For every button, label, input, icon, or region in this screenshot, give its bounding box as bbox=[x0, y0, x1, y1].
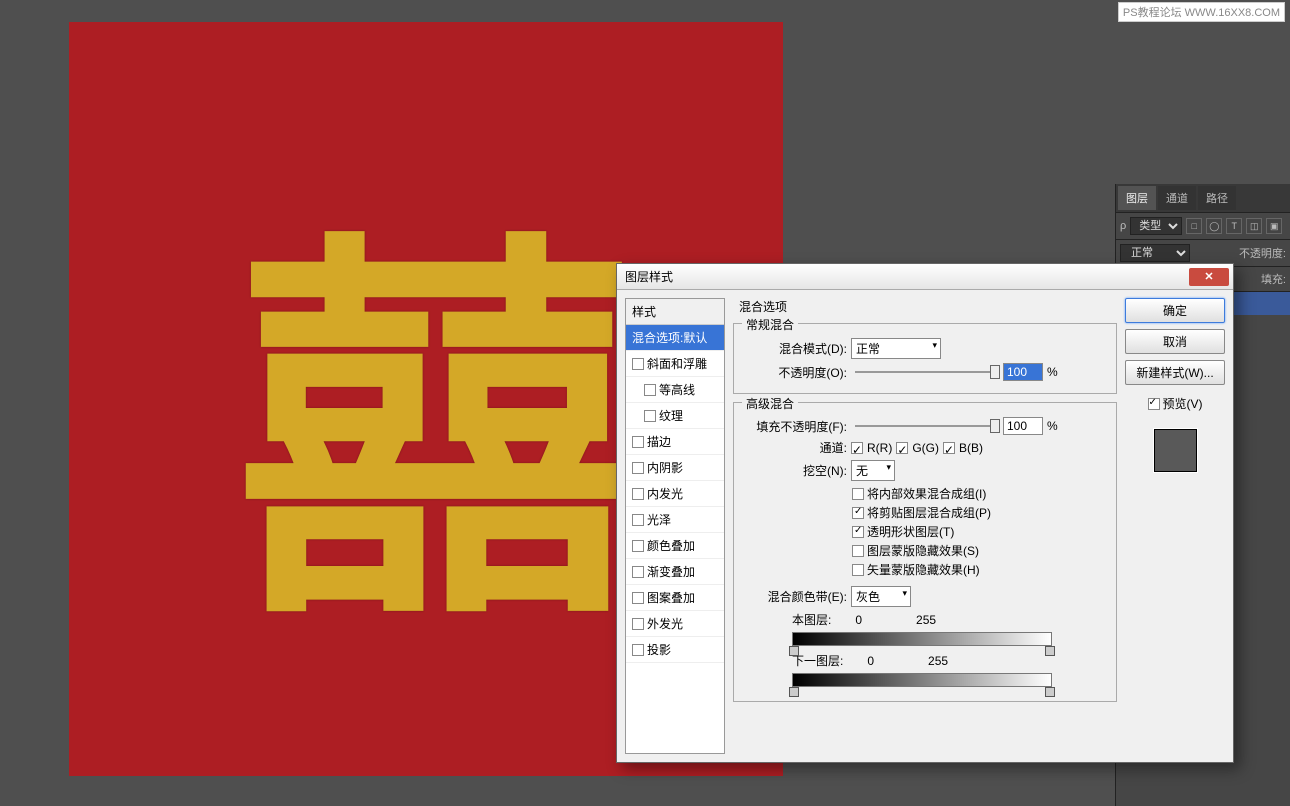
under-max: 255 bbox=[928, 654, 948, 668]
fill-label: 填充: bbox=[1261, 271, 1286, 287]
style-item-blending-options[interactable]: 混合选项:默认 bbox=[626, 325, 724, 351]
channel-g-label: G(G) bbox=[912, 441, 939, 455]
style-item-pattern-overlay[interactable]: 图案叠加 bbox=[626, 585, 724, 611]
general-legend: 常规混合 bbox=[742, 316, 798, 333]
filter-pixel-icon[interactable]: □ bbox=[1186, 218, 1202, 234]
cancel-button[interactable]: 取消 bbox=[1125, 329, 1225, 354]
this-min: 0 bbox=[855, 613, 862, 627]
style-item-contour[interactable]: 等高线 bbox=[626, 377, 724, 403]
opacity-input[interactable]: 100 bbox=[1003, 363, 1043, 381]
styles-list-header: 样式 bbox=[626, 299, 724, 325]
opt-transparency-check[interactable] bbox=[852, 526, 864, 538]
under-layer-label: 下一图层: bbox=[792, 652, 843, 669]
ok-button[interactable]: 确定 bbox=[1125, 298, 1225, 323]
this-max: 255 bbox=[916, 613, 936, 627]
knockout-dropdown[interactable]: 无 bbox=[851, 460, 895, 481]
advanced-legend: 高级混合 bbox=[742, 395, 798, 412]
channel-r-label: R(R) bbox=[867, 441, 892, 455]
fill-unit: % bbox=[1047, 419, 1058, 433]
watermark-label: PS教程论坛 WWW.16XX8.COM bbox=[1118, 2, 1285, 22]
channel-g-check[interactable]: ✓ bbox=[896, 442, 908, 454]
advanced-blending-group: 高级混合 填充不透明度(F): 100 % 通道: ✓R(R) ✓G(G) ✓B… bbox=[733, 402, 1117, 702]
style-item-stroke[interactable]: 描边 bbox=[626, 429, 724, 455]
opt-clipped-check[interactable] bbox=[852, 507, 864, 519]
preview-swatch bbox=[1153, 428, 1198, 473]
preview-label: 预览(V) bbox=[1163, 395, 1203, 412]
panel-tabs: 图层 通道 路径 bbox=[1116, 184, 1290, 213]
channel-b-label: B(B) bbox=[959, 441, 983, 455]
canvas-text-layer: 囍 bbox=[236, 110, 616, 689]
style-item-drop-shadow[interactable]: 投影 bbox=[626, 637, 724, 663]
dialog-titlebar[interactable]: 图层样式 ✕ bbox=[617, 264, 1233, 290]
tab-layers[interactable]: 图层 bbox=[1118, 186, 1156, 210]
opacity-unit: % bbox=[1047, 365, 1058, 379]
opt-interior-label: 将内部效果混合成组(I) bbox=[867, 485, 986, 502]
knockout-label: 挖空(N): bbox=[742, 462, 847, 479]
dialog-buttons: 确定 取消 新建样式(W)... 预览(V) bbox=[1125, 298, 1225, 754]
style-item-color-overlay[interactable]: 颜色叠加 bbox=[626, 533, 724, 559]
styles-list: 样式 混合选项:默认 斜面和浮雕 等高线 纹理 描边 内阴影 内发光 光泽 颜色… bbox=[625, 298, 725, 754]
opacity-label: 不透明度: bbox=[1239, 245, 1286, 261]
style-item-outer-glow[interactable]: 外发光 bbox=[626, 611, 724, 637]
filter-smart-icon[interactable]: ▣ bbox=[1266, 218, 1282, 234]
dialog-title: 图层样式 bbox=[625, 268, 673, 285]
this-black-thumb[interactable] bbox=[789, 646, 799, 656]
opacity-label: 不透明度(O): bbox=[742, 364, 847, 381]
tab-channels[interactable]: 通道 bbox=[1158, 186, 1196, 210]
style-item-inner-glow[interactable]: 内发光 bbox=[626, 481, 724, 507]
fill-opacity-label: 填充不透明度(F): bbox=[742, 418, 847, 435]
preview-checkbox[interactable] bbox=[1148, 398, 1160, 410]
blend-mode-label: 混合模式(D): bbox=[742, 340, 847, 357]
filter-text-icon[interactable]: T bbox=[1226, 218, 1242, 234]
under-min: 0 bbox=[867, 654, 874, 668]
blend-mode-select[interactable]: 正常 bbox=[1120, 244, 1190, 262]
style-item-satin[interactable]: 光泽 bbox=[626, 507, 724, 533]
fill-opacity-slider[interactable] bbox=[855, 425, 995, 427]
channel-r-check[interactable]: ✓ bbox=[851, 442, 863, 454]
new-style-button[interactable]: 新建样式(W)... bbox=[1125, 360, 1225, 385]
blending-options-area: 混合选项 常规混合 混合模式(D): 正常 不透明度(O): 100 % 高级混… bbox=[733, 298, 1117, 754]
under-white-thumb[interactable] bbox=[1045, 687, 1055, 697]
filter-kind-label: ρ bbox=[1120, 220, 1126, 232]
fill-opacity-input[interactable]: 100 bbox=[1003, 417, 1043, 435]
filter-kind-select[interactable]: 类型 bbox=[1130, 217, 1182, 235]
opt-layermask-check[interactable] bbox=[852, 545, 864, 557]
filter-adjust-icon[interactable]: ◯ bbox=[1206, 218, 1222, 234]
opt-interior-check[interactable] bbox=[852, 488, 864, 500]
opt-transparency-label: 透明形状图层(T) bbox=[867, 523, 954, 540]
blend-mode-dropdown[interactable]: 正常 bbox=[851, 338, 941, 359]
style-item-gradient-overlay[interactable]: 渐变叠加 bbox=[626, 559, 724, 585]
opt-layermask-label: 图层蒙版隐藏效果(S) bbox=[867, 542, 979, 559]
opt-clipped-label: 将剪贴图层混合成组(P) bbox=[867, 504, 991, 521]
channel-b-check[interactable]: ✓ bbox=[943, 442, 955, 454]
layer-style-dialog: 图层样式 ✕ 样式 混合选项:默认 斜面和浮雕 等高线 纹理 描边 内阴影 内发… bbox=[616, 263, 1234, 763]
filter-shape-icon[interactable]: ◫ bbox=[1246, 218, 1262, 234]
style-item-bevel[interactable]: 斜面和浮雕 bbox=[626, 351, 724, 377]
blendif-label: 混合颜色带(E): bbox=[742, 588, 847, 605]
tab-paths[interactable]: 路径 bbox=[1198, 186, 1236, 210]
general-blending-group: 常规混合 混合模式(D): 正常 不透明度(O): 100 % bbox=[733, 323, 1117, 394]
opacity-slider[interactable] bbox=[855, 371, 995, 373]
this-layer-label: 本图层: bbox=[792, 611, 831, 628]
this-layer-gradient[interactable] bbox=[792, 632, 1052, 646]
opt-vectormask-label: 矢量蒙版隐藏效果(H) bbox=[867, 561, 980, 578]
channels-label: 通道: bbox=[742, 439, 847, 456]
blendif-channel-dropdown[interactable]: 灰色 bbox=[851, 586, 911, 607]
layer-filter-row: ρ 类型 □ ◯ T ◫ ▣ bbox=[1116, 213, 1290, 240]
under-layer-gradient[interactable] bbox=[792, 673, 1052, 687]
close-button[interactable]: ✕ bbox=[1189, 268, 1229, 286]
this-white-thumb[interactable] bbox=[1045, 646, 1055, 656]
section-title: 混合选项 bbox=[739, 298, 1117, 315]
style-item-texture[interactable]: 纹理 bbox=[626, 403, 724, 429]
style-item-inner-shadow[interactable]: 内阴影 bbox=[626, 455, 724, 481]
under-black-thumb[interactable] bbox=[789, 687, 799, 697]
opt-vectormask-check[interactable] bbox=[852, 564, 864, 576]
